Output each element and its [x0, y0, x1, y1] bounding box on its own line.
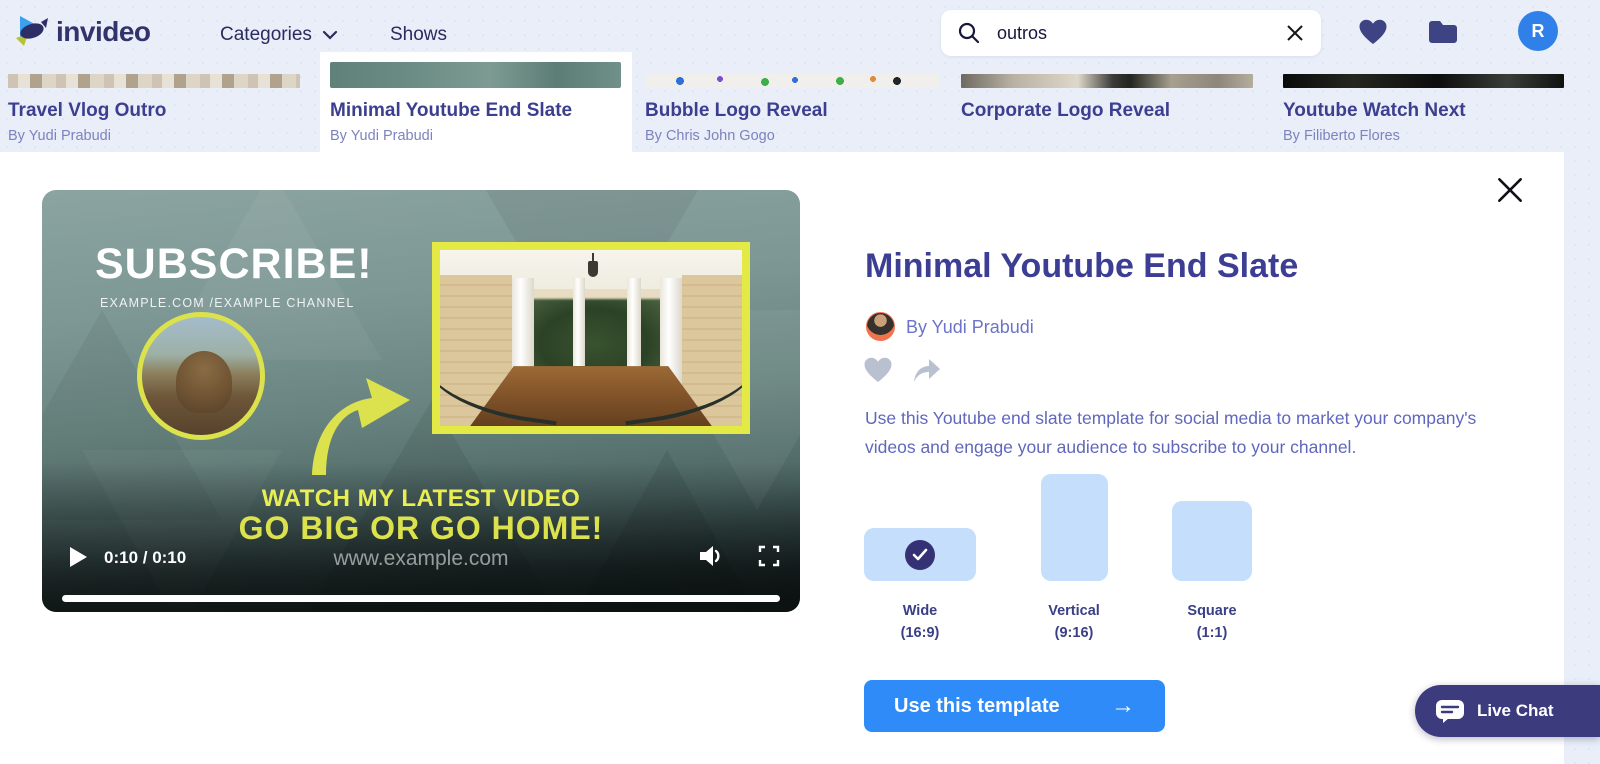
search-bar[interactable] [941, 10, 1321, 56]
search-icon [957, 21, 981, 45]
cta-label: Use this template [894, 695, 1060, 718]
author-avatar [866, 312, 895, 341]
video-player[interactable]: SUBSCRIBE! EXAMPLE.COM /EXAMPLE CHANNEL … [42, 190, 800, 612]
template-card-title: Travel Vlog Outro [8, 100, 166, 122]
nav-shows[interactable]: Shows [390, 24, 447, 46]
template-card-selected[interactable]: Minimal Youtube End Slate By Yudi Prabud… [330, 52, 621, 152]
share-icon[interactable] [910, 356, 942, 384]
volume-icon[interactable] [698, 544, 724, 568]
template-card[interactable]: Youtube Watch Next By Filiberto Flores [1283, 52, 1564, 152]
play-button[interactable] [70, 547, 87, 567]
chevron-down-icon [322, 30, 338, 40]
nav-categories[interactable]: Categories [220, 24, 338, 46]
subscribe-headline: SUBSCRIBE! [95, 240, 373, 289]
channel-photo-circle [137, 312, 265, 440]
template-card-byline: By Filiberto Flores [1283, 128, 1400, 144]
template-card-title: Bubble Logo Reveal [645, 100, 828, 122]
template-card-byline: By Yudi Prabudi [330, 128, 433, 144]
clear-search-icon[interactable] [1285, 23, 1305, 43]
ratio-value: (9:16) [1014, 622, 1134, 644]
porch-lantern [588, 261, 598, 277]
search-input[interactable] [997, 23, 1285, 44]
ratio-label-square: Square (1:1) [1152, 600, 1272, 644]
video-progress-bar[interactable] [62, 595, 780, 602]
ratio-name: Vertical [1014, 600, 1134, 622]
video-time: 0:10 / 0:10 [104, 548, 186, 568]
like-heart-icon[interactable] [863, 356, 893, 384]
invideo-logo-icon [14, 12, 50, 52]
channel-subheadline: EXAMPLE.COM /EXAMPLE CHANNEL [100, 296, 355, 310]
user-avatar[interactable]: R [1518, 11, 1558, 51]
favorites-heart-icon[interactable] [1358, 18, 1388, 46]
invideo-logo[interactable]: invideo [14, 12, 151, 52]
use-this-template-button[interactable]: Use this template → [864, 680, 1165, 732]
ratio-option-wide[interactable] [864, 528, 976, 581]
brand-name: invideo [56, 16, 151, 48]
template-thumbnail[interactable] [1283, 74, 1564, 88]
template-card-byline: By Yudi Prabudi [8, 128, 111, 144]
template-description: Use this Youtube end slate template for … [865, 404, 1477, 462]
latest-video-frame [432, 242, 750, 434]
go-big-text: GO BIG OR GO HOME! [42, 510, 800, 547]
page: invideo Categories Shows [0, 0, 1600, 764]
template-title: Minimal Youtube End Slate [865, 247, 1298, 286]
porch-column [627, 278, 641, 373]
template-card-title: Corporate Logo Reveal [961, 100, 1170, 122]
template-card-byline: By Chris John Gogo [645, 128, 775, 144]
ratio-option-square[interactable] [1172, 501, 1252, 581]
watch-my-latest-video-text: WATCH MY LATEST VIDEO [42, 485, 800, 513]
template-card[interactable]: Bubble Logo Reveal By Chris John Gogo [645, 52, 940, 152]
template-card-title: Youtube Watch Next [1283, 100, 1466, 122]
live-chat-button[interactable]: Live Chat [1415, 685, 1600, 737]
top-nav: invideo Categories Shows [0, 0, 1600, 60]
ratio-value: (1:1) [1152, 622, 1272, 644]
curved-arrow-graphic [294, 370, 414, 480]
template-thumbnail[interactable] [645, 74, 940, 88]
template-thumbnail[interactable] [330, 62, 621, 88]
live-chat-label: Live Chat [1477, 701, 1554, 721]
porch-column [573, 278, 585, 366]
template-card[interactable]: Travel Vlog Outro By Yudi Prabudi [8, 52, 300, 152]
template-card-title: Minimal Youtube End Slate [330, 100, 572, 122]
author-byline[interactable]: By Yudi Prabudi [906, 317, 1034, 338]
template-card[interactable]: Corporate Logo Reveal [961, 52, 1253, 152]
ratio-value: (16:9) [860, 622, 980, 644]
shows-label: Shows [390, 24, 447, 46]
chat-bubble-icon [1435, 699, 1465, 723]
close-icon[interactable] [1494, 174, 1526, 206]
ratio-label-wide: Wide (16:9) [860, 600, 980, 644]
ratio-name: Wide [860, 600, 980, 622]
template-thumbnail[interactable] [8, 74, 300, 88]
categories-label: Categories [220, 24, 312, 46]
arrow-right-icon: → [1111, 692, 1135, 720]
avatar-initial: R [1532, 21, 1545, 42]
template-thumbnail[interactable] [961, 74, 1253, 88]
ratio-label-vertical: Vertical (9:16) [1014, 600, 1134, 644]
ratio-option-vertical[interactable] [1041, 474, 1108, 581]
folder-icon[interactable] [1427, 19, 1459, 45]
ratio-name: Square [1152, 600, 1272, 622]
person-photo [176, 351, 232, 413]
fullscreen-icon[interactable] [758, 545, 780, 567]
selected-check-icon [905, 540, 935, 570]
